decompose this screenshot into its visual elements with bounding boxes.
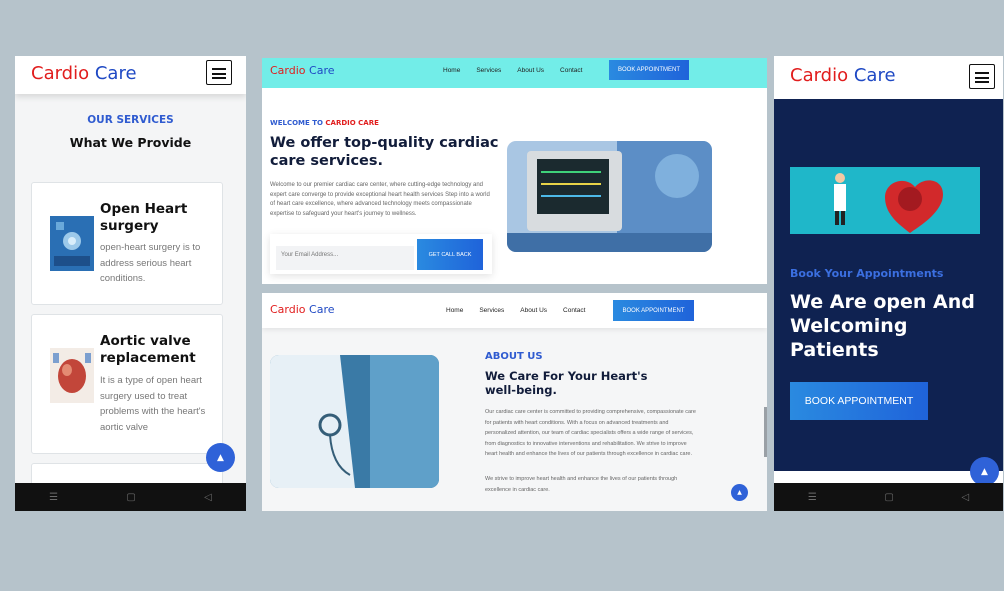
desktop-hero-screenshot: Cardio Care Home Services About Us Conta… [262,58,767,284]
desktop-about-screenshot: Cardio Care Home Services About Us Conta… [262,293,767,511]
mobile-appointment-screenshot: Cardio Care Book Your Appointments We Ar… [774,56,1003,511]
hamburger-menu-icon[interactable] [206,60,232,85]
hero-paragraph: Welcome to our premier cardiac care cent… [270,182,490,217]
nav-services[interactable]: Services [479,307,504,314]
heart-valve-image [50,348,94,403]
hero-heading: We offer top-quality cardiac care servic… [270,135,499,169]
about-paragraph: We strive to improve heart health and en… [485,476,678,493]
recents-icon[interactable]: ☰ [808,492,817,503]
arrow-up-icon[interactable]: ▲ [731,484,748,501]
welcome-eyebrow: WELCOME TO CARDIO CARE [270,119,379,127]
nav-about[interactable]: About Us [520,307,547,314]
arrow-up-icon[interactable]: ▲ [970,457,999,486]
appointment-heading: We Are open And Welcoming Patients [790,291,975,361]
header: Cardio Care [774,56,1003,99]
get-call-back-button[interactable]: GET CALL BACK [417,239,483,270]
header: Cardio Care [15,56,246,94]
about-eyebrow: ABOUT US [485,351,543,362]
section-heading: What We Provide [69,135,192,150]
service-card[interactable]: Aortic valve replacement It is a type of… [31,314,223,454]
nav-services[interactable]: Services [476,67,501,74]
header: Cardio Care Home Services About Us Conta… [262,293,767,328]
nav-contact[interactable]: Contact [563,307,585,314]
android-nav-bar: ☰ ▢ ◁ [15,483,246,511]
nav-menu: Home Services About Us Contact [446,307,601,314]
service-title: Aortic valve replacement [100,333,196,366]
footer-strip [774,471,1003,483]
hero-image [507,141,712,252]
brand-logo[interactable]: Cardio Care [270,303,335,316]
header: Cardio Care Home Services About Us Conta… [262,58,767,88]
home-icon[interactable]: ▢ [126,492,135,503]
book-appointment-button[interactable]: BOOK APPOINTMENT [613,300,694,321]
email-input[interactable]: Your Email Address... [276,246,414,270]
section-eyebrow: OUR SERVICES [87,114,174,126]
surgery-image [50,216,94,271]
android-nav-bar: ☰ ▢ ◁ [774,483,1003,511]
nav-home[interactable]: Home [443,67,460,74]
service-title: Open Heart surgery [100,201,188,234]
mobile-services-screenshot: Cardio Care OUR SERVICES What We Provide… [15,56,246,511]
back-icon[interactable]: ◁ [204,492,212,503]
doctor-heart-illustration [790,167,980,234]
arrow-up-icon[interactable]: ▲ [206,443,235,472]
nav-menu: Home Services About Us Contact [443,67,598,74]
home-icon[interactable]: ▢ [884,492,893,503]
brand-logo[interactable]: Cardio Care [270,64,335,77]
nav-home[interactable]: Home [446,307,463,314]
appointment-eyebrow: Book Your Appointments [790,267,944,280]
scrollbar[interactable] [764,407,767,457]
recents-icon[interactable]: ☰ [49,492,58,503]
nav-about[interactable]: About Us [517,67,544,74]
about-heading: We Care For Your Heart's well-being. [485,369,648,397]
service-card[interactable]: Open Heart surgery open-heart surgery is… [31,182,223,305]
about-paragraph: Our cardiac care center is committed to … [485,409,696,457]
brand-logo[interactable]: Cardio Care [790,65,896,86]
service-description: It is a type of open heart surgery used … [100,375,206,433]
doctor-image [270,355,439,488]
back-icon[interactable]: ◁ [961,492,969,503]
service-description: open-heart surgery is to address serious… [100,242,201,284]
brand-logo[interactable]: Cardio Care [31,63,137,84]
nav-contact[interactable]: Contact [560,67,582,74]
book-appointment-button[interactable]: BOOK APPOINTMENT [790,382,928,420]
hamburger-menu-icon[interactable] [969,64,995,89]
book-appointment-button[interactable]: BOOK APPOINTMENT [609,60,689,80]
